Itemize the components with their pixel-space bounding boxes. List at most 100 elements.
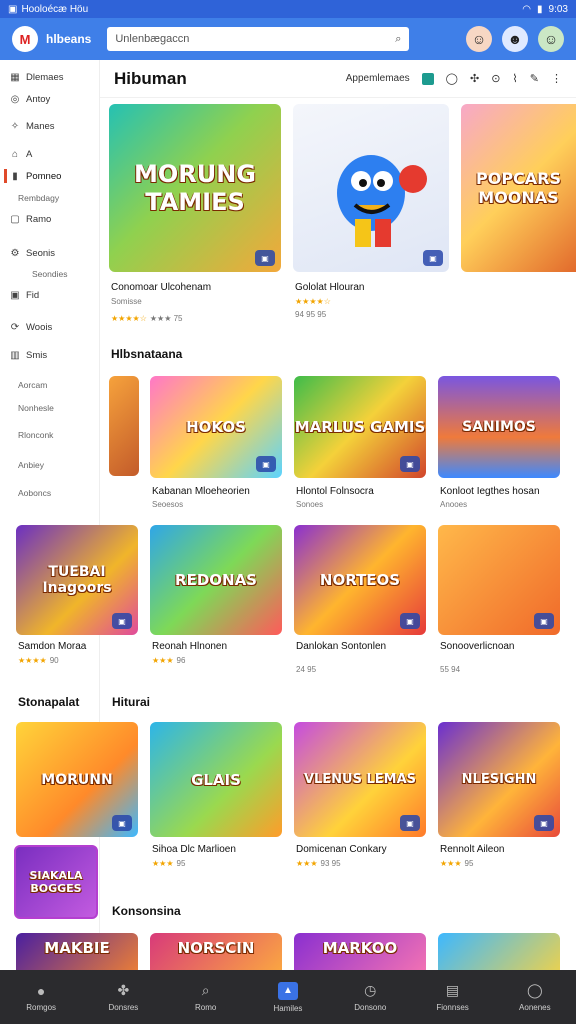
star-rating: ★★★★☆ ★★★ 75	[111, 314, 183, 323]
sidebar-item-6[interactable]: ▢ Ramo	[10, 214, 51, 225]
status-bar: ▣ Hooloécæ Höu ◠ ▮ 9:03	[0, 0, 576, 18]
game-thumbnail: MAKBIE	[16, 933, 138, 970]
game-card[interactable]: POPCARS MOONAS	[461, 104, 576, 272]
game-title: Domicenan Conkary	[296, 844, 387, 855]
search-input[interactable]: Unlenbægaccn ⌕	[107, 27, 410, 51]
avatar[interactable]: ☺	[538, 26, 564, 52]
game-card[interactable]: ▣ Gololat Hlouran ★★★★☆ 94 95 95	[293, 104, 449, 324]
sidebar-sub-2[interactable]: Seondies	[32, 269, 67, 279]
game-title: Conomoar Ulcohenam	[111, 282, 212, 293]
sidebar-item-10[interactable]: ▥ Smis	[10, 350, 47, 361]
game-title: Sihoa Dlc Marlioen	[152, 844, 236, 855]
chart-icon[interactable]: ⌇	[512, 72, 517, 85]
edit-icon[interactable]: ✎	[530, 72, 539, 85]
game-card[interactable]: SANIMOS Konloot Iegthes hosan Anooes	[438, 376, 560, 516]
nav-item-donsono[interactable]: ◷ Donsono	[329, 970, 411, 1024]
game-card[interactable]: TUEBAI Inagoors ▣ Samdon Moraa ★★★★ 90	[16, 525, 138, 680]
nav-item-donsres[interactable]: ✤ Donsres	[82, 970, 164, 1024]
game-card[interactable]: NORSCIN	[150, 933, 282, 970]
star-rating: ★★★ 93 95	[296, 859, 341, 868]
game-title: Reonah Hlnonen	[152, 641, 228, 652]
badge-icon: ▣	[423, 250, 443, 266]
badge-icon: ▣	[534, 815, 554, 831]
sidebar-item-5[interactable]: ▮ Pomneo	[4, 169, 61, 183]
sparkle-icon: ✧	[10, 121, 20, 132]
game-card[interactable]: MAKBIE	[16, 933, 138, 970]
game-rating-text: 94 95 95	[295, 310, 327, 319]
home-icon: ▲	[277, 981, 298, 1000]
sidebar-item-8[interactable]: ▣ Fid	[10, 290, 39, 301]
game-card[interactable]: GLAIS Sihoa Dlc Marlioen ★★★ 95	[150, 722, 282, 882]
sidebar-sub-4[interactable]: Nonhesle	[18, 403, 54, 413]
game-subtitle: Anooes	[440, 500, 468, 509]
chat-icon[interactable]: ◯	[446, 72, 458, 85]
settings-icon[interactable]: ⊙	[491, 72, 500, 85]
game-card[interactable]	[438, 933, 560, 970]
sidebar-item-1[interactable]: ▦ Dlemaes	[10, 72, 63, 83]
game-subtitle: Somisse	[111, 297, 142, 306]
nav-item-hamiles[interactable]: ▲ Hamiles	[247, 970, 329, 1024]
sidebar-item-3[interactable]: ✧ Manes	[10, 121, 55, 132]
game-title: Sonooverlicnoan	[440, 641, 515, 652]
section-title: Stonapalat	[18, 695, 80, 709]
sidebar-item-7[interactable]: ⚙ Seonis	[10, 248, 56, 259]
game-card[interactable]: REDONAS Reonah Hlnonen ★★★ 96	[150, 525, 282, 680]
sidebar-sub-1[interactable]: Rembdagy	[18, 193, 59, 203]
sidebar-item-2[interactable]: ◎ Antoy	[10, 94, 51, 105]
game-card[interactable]: MARLUS GAMIS ▣ Hlontol Folnsocra Sonoes	[294, 376, 426, 516]
nav-item-romo[interactable]: ⌕ Romo	[165, 970, 247, 1024]
sidebar-sub-6[interactable]: Anbiey	[18, 460, 44, 470]
game-thumbnail	[438, 933, 560, 970]
nav-item-romgos[interactable]: ● Romgos	[0, 970, 82, 1024]
app-logo[interactable]: M	[12, 26, 38, 52]
section-title: Hlbsnataana	[111, 347, 183, 361]
sidebar-sub-5[interactable]: Rlonconk	[18, 430, 53, 440]
game-rating-text: 24 95	[296, 665, 317, 674]
search-icon[interactable]: ⌕	[395, 33, 401, 46]
badge-icon: ▣	[255, 250, 275, 266]
sidebar-item-9[interactable]: ⟳ Woois	[10, 322, 52, 333]
game-thumbnail: MARLUS GAMIS ▣	[294, 376, 426, 478]
game-card[interactable]: NORTEOS ▣ Danlokan Sontonlen 24 95	[294, 525, 426, 680]
app-bar: M hlbeans Unlenbægaccn ⌕ ☺ ☻ ☺	[0, 18, 576, 60]
page-header: Hibuman Appemlemaes ◯ ✣ ⊙ ⌇ ✎ ⋮	[100, 60, 576, 98]
clock-icon: ◷	[364, 982, 377, 998]
game-card[interactable]	[109, 376, 139, 476]
game-card[interactable]: SIAKALA BOGGES	[14, 845, 98, 919]
circle-icon: ◎	[10, 94, 20, 105]
game-thumbnail: TUEBAI Inagoors ▣	[16, 525, 138, 635]
star-rating: ★★★ 96	[152, 656, 186, 665]
game-thumbnail	[109, 376, 139, 476]
sync-icon: ⟳	[10, 322, 20, 333]
sidebar-item-4[interactable]: ⌂ A	[10, 149, 32, 160]
game-thumbnail: NLESIGHN ▣	[438, 722, 560, 837]
avatar[interactable]: ☺	[466, 26, 492, 52]
bottom-nav: ● Romgos ✤ Donsres ⌕ Romo ▲ Hamiles ◷ Donsono…	[0, 970, 576, 1024]
game-card[interactable]: NLESIGHN ▣ Rennolt Aileon ★★★ 95	[438, 722, 560, 882]
game-thumbnail: HOKOS ▣	[150, 376, 282, 478]
share-icon[interactable]: ✣	[470, 72, 479, 85]
game-card[interactable]: MORUNN ▣	[16, 722, 138, 837]
game-card[interactable]: MARKOO	[294, 933, 426, 970]
game-subtitle: Sonoes	[296, 500, 324, 509]
sidebar-sub-3[interactable]: Aorcam	[18, 380, 47, 390]
active-indicator	[4, 169, 7, 183]
appearance-label[interactable]: Appemlemaes	[346, 73, 410, 84]
theme-icon[interactable]	[421, 72, 434, 85]
section-title: Konsonsina	[112, 904, 181, 918]
game-thumbnail: SANIMOS	[438, 376, 560, 478]
sidebar-sub-7[interactable]: Aoboncs	[18, 488, 51, 498]
store-icon: ▤	[445, 982, 460, 998]
nav-item-fionnses[interactable]: ▤ Fionnses	[411, 970, 493, 1024]
badge-icon: ▣	[400, 456, 420, 472]
game-card[interactable]: VLENUS LEMAS ▣ Domicenan Conkary ★★★ 93 95	[294, 722, 426, 882]
badge-icon: ▣	[400, 815, 420, 831]
avatar[interactable]: ☻	[502, 26, 528, 52]
bar-icon: ▮	[12, 171, 18, 182]
square-icon: ▢	[10, 214, 20, 225]
menu-icon[interactable]: ⋮	[551, 72, 562, 85]
nav-item-aonenes[interactable]: ◯ Aonenes	[494, 970, 576, 1024]
game-card[interactable]: HOKOS ▣ Kabanan Mloeheorien Seoesos	[150, 376, 282, 516]
game-card[interactable]: ▣ Sonooverlicnoan 55 94	[438, 525, 560, 680]
game-card[interactable]: MORUNG TAMIES ▣ Conomoar Ulcohenam Somiss…	[109, 104, 281, 324]
